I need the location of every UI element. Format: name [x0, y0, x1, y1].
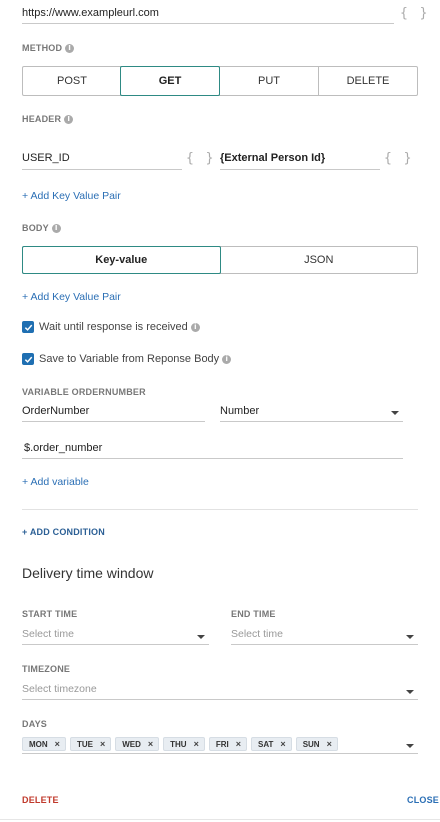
variable-name-value: OrderNumber — [22, 405, 90, 417]
method-delete-button[interactable]: DELETE — [318, 67, 417, 95]
delivery-title: Delivery time window — [22, 565, 154, 581]
start-time-placeholder: Select time — [22, 628, 74, 640]
day-chip: TUE × — [69, 737, 112, 751]
day-chip: WED × — [115, 737, 160, 751]
days-label: DAYS — [22, 719, 47, 729]
method-get-button[interactable]: GET — [120, 66, 220, 96]
header-label: HEADER i — [22, 114, 74, 125]
method-selector: POST GET PUT DELETE — [22, 66, 418, 96]
close-icon[interactable]: × — [194, 739, 199, 749]
caret-down-icon — [406, 690, 414, 694]
info-icon: i — [51, 224, 61, 234]
save-variable-label: Save to Variable from Reponse Body — [39, 353, 220, 365]
day-chip: FRI × — [208, 737, 248, 751]
header-value-variable-button[interactable]: { } — [384, 151, 413, 166]
check-icon — [24, 324, 32, 331]
checkbox-checked[interactable] — [22, 353, 34, 365]
header-key-value: USER_ID — [22, 152, 70, 164]
body-keyvalue-button[interactable]: Key-value — [22, 246, 221, 274]
bottom-divider — [0, 819, 440, 820]
caret-down-icon — [391, 411, 399, 415]
timezone-select[interactable]: Select timezone — [22, 681, 418, 700]
close-icon[interactable]: × — [236, 739, 241, 749]
add-header-pair-link[interactable]: + Add Key Value Pair — [22, 190, 121, 202]
caret-down-icon — [406, 744, 414, 748]
method-label: METHOD i — [22, 43, 75, 54]
url-value: https://www.exampleurl.com — [22, 7, 159, 19]
timezone-label: TIMEZONE — [22, 664, 71, 674]
end-time-label: END TIME — [231, 609, 276, 619]
check-icon — [24, 356, 32, 363]
variable-path-value: $.order_number — [24, 442, 103, 454]
info-icon: i — [222, 354, 232, 364]
url-input[interactable]: https://www.exampleurl.com — [22, 4, 394, 24]
close-icon[interactable]: × — [148, 739, 153, 749]
variable-path-input[interactable]: $.order_number — [22, 441, 403, 459]
add-condition-button[interactable]: + ADD CONDITION — [22, 527, 105, 537]
close-button[interactable]: CLOSE — [407, 795, 439, 805]
info-icon: i — [64, 115, 74, 125]
day-chip: SAT × — [251, 737, 292, 751]
header-key-input[interactable]: USER_ID — [22, 150, 182, 170]
day-chip: SUN × — [295, 737, 338, 751]
body-json-button[interactable]: JSON — [219, 247, 418, 273]
timezone-placeholder: Select timezone — [22, 683, 97, 695]
method-put-button[interactable]: PUT — [219, 67, 318, 95]
wait-response-label: Wait until response is received — [39, 321, 188, 333]
add-variable-link[interactable]: + Add variable — [22, 476, 89, 488]
url-variable-button[interactable]: { } — [400, 6, 429, 21]
info-icon: i — [190, 322, 200, 332]
body-label: BODY i — [22, 223, 61, 234]
info-icon: i — [65, 44, 75, 54]
checkbox-checked[interactable] — [22, 321, 34, 333]
end-time-select[interactable]: Select time — [231, 626, 418, 645]
variable-name-input[interactable]: OrderNumber — [22, 404, 205, 422]
end-time-placeholder: Select time — [231, 628, 283, 640]
close-icon[interactable]: × — [280, 739, 285, 749]
close-icon[interactable]: × — [100, 739, 105, 749]
variable-label: VARIABLE ORDERNUMBER — [22, 387, 146, 397]
start-time-select[interactable]: Select time — [22, 626, 209, 645]
variable-type-select[interactable]: Number — [220, 404, 403, 422]
divider — [22, 509, 418, 510]
save-variable-checkbox-row[interactable]: Save to Variable from Reponse Body i — [22, 353, 232, 365]
header-key-variable-button[interactable]: { } — [186, 151, 215, 166]
start-time-label: START TIME — [22, 609, 78, 619]
delete-button[interactable]: DELETE — [22, 795, 59, 805]
body-type-selector: Key-value JSON — [22, 246, 418, 274]
day-chip: MON × — [22, 737, 66, 751]
method-post-button[interactable]: POST — [23, 67, 121, 95]
header-value-value: {External Person Id} — [220, 152, 326, 164]
header-value-input[interactable]: {External Person Id} — [220, 150, 380, 170]
caret-down-icon — [406, 635, 414, 639]
wait-response-checkbox-row[interactable]: Wait until response is received i — [22, 321, 200, 333]
close-icon[interactable]: × — [55, 739, 60, 749]
days-select[interactable]: MON × TUE × WED × THU × FRI × SAT × SUN × — [22, 735, 418, 754]
caret-down-icon — [197, 635, 205, 639]
add-body-pair-link[interactable]: + Add Key Value Pair — [22, 291, 121, 303]
close-icon[interactable]: × — [327, 739, 332, 749]
day-chip: THU × — [163, 737, 205, 751]
variable-type-value: Number — [220, 405, 260, 417]
